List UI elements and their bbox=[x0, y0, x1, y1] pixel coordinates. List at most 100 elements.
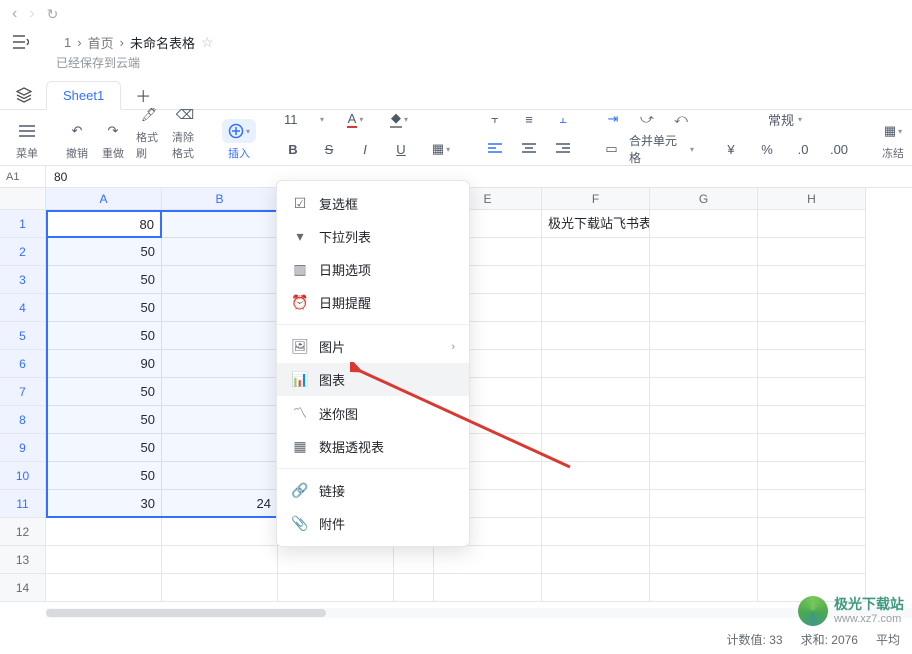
cell[interactable] bbox=[542, 574, 650, 602]
cell[interactable] bbox=[434, 574, 542, 602]
col-header-B[interactable]: B bbox=[162, 188, 278, 210]
menu-item-图表[interactable]: 📊图表 bbox=[277, 363, 469, 396]
cell[interactable] bbox=[542, 350, 650, 378]
select-all-corner[interactable] bbox=[0, 188, 46, 210]
formula-value[interactable]: 80 bbox=[46, 170, 75, 184]
cell[interactable] bbox=[650, 462, 758, 490]
cell[interactable]: 30 bbox=[46, 490, 162, 518]
menu-item-复选框[interactable]: ☑复选框 bbox=[277, 187, 469, 220]
merge-icon[interactable]: ▭ bbox=[600, 137, 623, 161]
cell[interactable] bbox=[650, 574, 758, 602]
row-header[interactable]: 2 bbox=[0, 238, 46, 266]
insert-button[interactable]: ▾ bbox=[222, 119, 256, 143]
cell[interactable] bbox=[650, 518, 758, 546]
cell[interactable] bbox=[650, 266, 758, 294]
cell[interactable] bbox=[542, 238, 650, 266]
cell[interactable] bbox=[758, 294, 866, 322]
cell[interactable] bbox=[46, 518, 162, 546]
cell[interactable] bbox=[650, 490, 758, 518]
row-header[interactable]: 14 bbox=[0, 574, 46, 602]
cell[interactable] bbox=[542, 406, 650, 434]
merge-label[interactable]: 合并单元格 bbox=[629, 132, 682, 166]
cell[interactable] bbox=[542, 322, 650, 350]
cell[interactable] bbox=[650, 238, 758, 266]
col-header-F[interactable]: F bbox=[542, 188, 650, 210]
row-header[interactable]: 5 bbox=[0, 322, 46, 350]
cell[interactable] bbox=[650, 406, 758, 434]
cell[interactable] bbox=[758, 490, 866, 518]
cell[interactable] bbox=[542, 294, 650, 322]
row-header[interactable]: 3 bbox=[0, 266, 46, 294]
horizontal-scrollbar[interactable] bbox=[46, 608, 912, 618]
strikethrough-icon[interactable]: S bbox=[316, 137, 342, 161]
row-header[interactable]: 1 bbox=[0, 210, 46, 238]
valign-top-icon[interactable]: ⫟ bbox=[482, 107, 508, 131]
row-header[interactable]: 7 bbox=[0, 378, 46, 406]
undo-icon[interactable]: ↶ bbox=[64, 119, 90, 143]
cell[interactable]: 50 bbox=[46, 322, 162, 350]
menu-item-日期提醒[interactable]: ⏰日期提醒 bbox=[277, 286, 469, 319]
back-icon[interactable]: ‹ bbox=[12, 5, 17, 23]
merge-caret[interactable]: ▾ bbox=[690, 145, 694, 154]
cell[interactable] bbox=[162, 350, 278, 378]
menu-item-日期选项[interactable]: ▥日期选项 bbox=[277, 253, 469, 286]
col-header-A[interactable]: A bbox=[46, 188, 162, 210]
cell[interactable] bbox=[650, 294, 758, 322]
cell[interactable] bbox=[434, 546, 542, 574]
cell[interactable] bbox=[650, 378, 758, 406]
cell[interactable] bbox=[542, 266, 650, 294]
row-header[interactable]: 10 bbox=[0, 462, 46, 490]
freeze-icon[interactable]: ▦▾ bbox=[876, 119, 910, 143]
valign-middle-icon[interactable]: ≡ bbox=[516, 107, 542, 131]
cell[interactable] bbox=[758, 518, 866, 546]
cell[interactable] bbox=[758, 238, 866, 266]
cell[interactable] bbox=[162, 546, 278, 574]
row-header[interactable]: 11 bbox=[0, 490, 46, 518]
cell[interactable] bbox=[758, 350, 866, 378]
redo-icon[interactable]: ↷ bbox=[100, 119, 126, 143]
menu-icon[interactable] bbox=[14, 119, 40, 143]
cell[interactable]: 极光下载站飞书表 bbox=[542, 210, 650, 238]
cell[interactable] bbox=[394, 546, 434, 574]
cell-reference[interactable]: A1 bbox=[0, 166, 46, 187]
number-format-select[interactable]: 常规 bbox=[768, 110, 794, 129]
cell[interactable] bbox=[758, 210, 866, 238]
cell[interactable]: 50 bbox=[46, 378, 162, 406]
sidebar-toggle-icon[interactable] bbox=[12, 33, 30, 51]
cell[interactable] bbox=[162, 462, 278, 490]
cell[interactable]: 50 bbox=[46, 462, 162, 490]
cell[interactable] bbox=[162, 266, 278, 294]
star-icon[interactable]: ☆ bbox=[201, 34, 214, 51]
cell[interactable] bbox=[162, 322, 278, 350]
format-painter-icon[interactable]: 🖊 bbox=[136, 103, 162, 127]
row-header[interactable]: 13 bbox=[0, 546, 46, 574]
cell[interactable] bbox=[758, 406, 866, 434]
cell[interactable] bbox=[162, 378, 278, 406]
cell[interactable] bbox=[162, 518, 278, 546]
crumb-home[interactable]: 首页 bbox=[88, 33, 114, 52]
cell[interactable] bbox=[758, 322, 866, 350]
clear-format-icon[interactable]: ⌫ bbox=[172, 103, 198, 127]
cell[interactable] bbox=[162, 238, 278, 266]
menu-item-图片[interactable]: 🖼图片› bbox=[277, 330, 469, 363]
forward-icon[interactable]: › bbox=[29, 5, 34, 23]
currency-icon[interactable]: ¥ bbox=[718, 137, 744, 161]
crumb-root[interactable]: 1 bbox=[64, 35, 71, 50]
font-color-icon[interactable]: A▾ bbox=[338, 107, 372, 131]
decimal-inc-icon[interactable]: .00 bbox=[826, 137, 852, 161]
cell[interactable]: 24 bbox=[162, 490, 278, 518]
cell[interactable] bbox=[650, 350, 758, 378]
clip-icon[interactable]: ⤺ bbox=[668, 107, 694, 131]
wrap-icon[interactable]: ⇥ bbox=[600, 107, 626, 131]
overflow-icon[interactable]: ⤻ bbox=[634, 107, 660, 131]
cell[interactable] bbox=[650, 322, 758, 350]
percent-icon[interactable]: % bbox=[754, 137, 780, 161]
align-right-icon[interactable] bbox=[550, 137, 576, 161]
align-center-icon[interactable] bbox=[516, 137, 542, 161]
menu-item-下拉列表[interactable]: ▾下拉列表 bbox=[277, 220, 469, 253]
cell[interactable]: 50 bbox=[46, 434, 162, 462]
row-header[interactable]: 6 bbox=[0, 350, 46, 378]
menu-item-数据透视表[interactable]: ▦数据透视表 bbox=[277, 430, 469, 463]
bold-icon[interactable]: B bbox=[280, 137, 306, 161]
cell[interactable]: 50 bbox=[46, 294, 162, 322]
